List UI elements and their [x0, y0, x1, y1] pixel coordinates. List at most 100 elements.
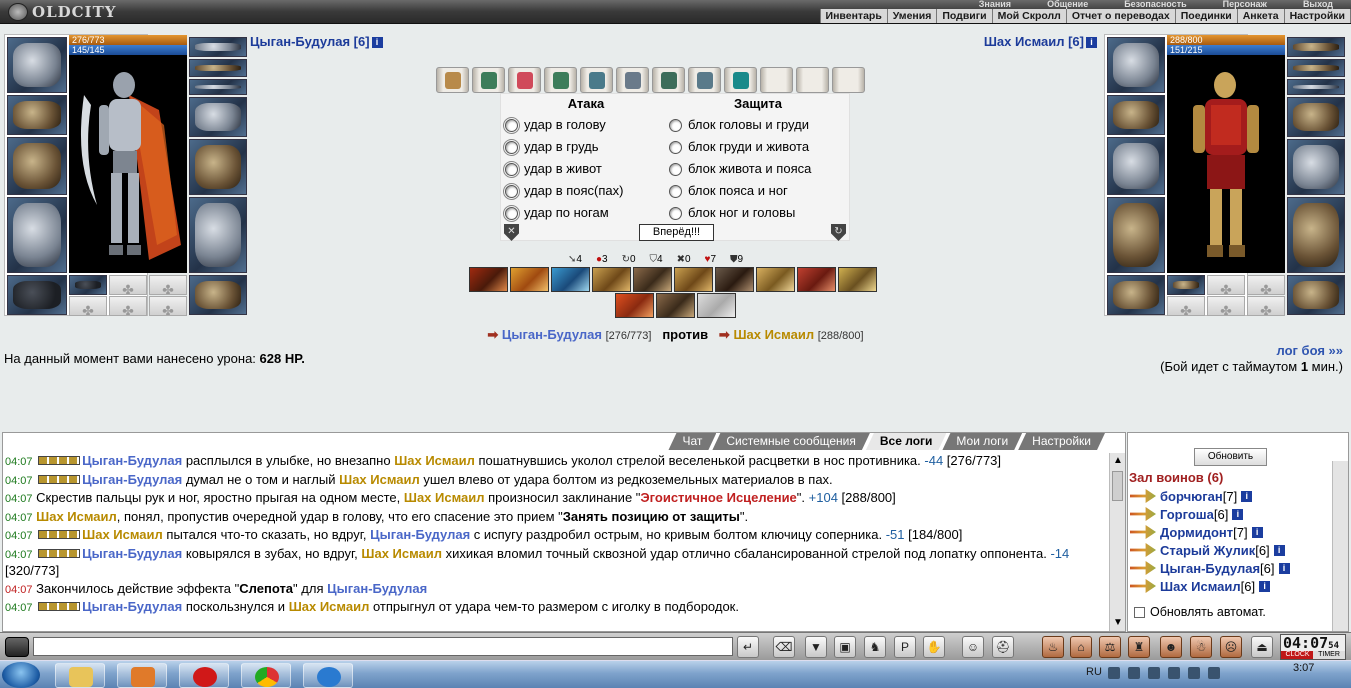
save-icon[interactable]: ▣ [834, 636, 856, 658]
skill-button[interactable] [797, 267, 836, 292]
menu-character[interactable]: Персонаж [1205, 0, 1285, 9]
fighter-name[interactable]: Цыган-Будулая [82, 453, 182, 468]
gloves-slot[interactable] [1287, 97, 1345, 137]
menu-knowledge[interactable]: Знания [961, 0, 1029, 9]
fighter-name[interactable]: Шах Исмаил [404, 490, 485, 505]
smile-icon[interactable]: ☺ [962, 636, 984, 658]
rune-slot-3[interactable] [149, 275, 187, 295]
scroll-slot[interactable] [544, 67, 577, 93]
mask-icon[interactable]: ☹ [1220, 636, 1242, 658]
ring-slot-1[interactable] [1287, 59, 1345, 77]
task-ie[interactable] [303, 663, 353, 688]
task-explorer[interactable] [55, 663, 105, 688]
info-icon[interactable]: i [1259, 580, 1271, 592]
task-chrome[interactable] [241, 663, 291, 688]
fight-arrow-icon[interactable] [1130, 543, 1156, 557]
network-icon[interactable] [1148, 667, 1160, 679]
fight-arrow-icon[interactable] [1130, 507, 1156, 521]
boots-slot[interactable] [1287, 275, 1345, 315]
ring-slot-2[interactable] [189, 79, 247, 95]
portrait-icon[interactable]: ☻ [1160, 636, 1182, 658]
shield-icon[interactable]: ✕ [504, 224, 519, 241]
tab-settings[interactable]: Настройки [1018, 433, 1105, 450]
player-left-name[interactable]: Цыган-Будулая [6] i [250, 34, 383, 49]
send-icon[interactable]: ↵ [737, 636, 759, 658]
submenu-feats[interactable]: Подвиги [937, 9, 993, 23]
submenu-inventory[interactable]: Инвентарь [821, 9, 888, 23]
skill-button[interactable] [510, 267, 549, 292]
weapon-slot[interactable] [1107, 137, 1165, 195]
skill-button[interactable] [592, 267, 631, 292]
checkbox-icon[interactable] [1134, 606, 1145, 618]
gloves-slot[interactable] [189, 97, 247, 137]
player-avatar[interactable] [69, 55, 187, 273]
player-list-item[interactable]: Горгоша[6] i [1130, 505, 1244, 523]
menu-communication[interactable]: Общение [1029, 0, 1106, 9]
player-name[interactable]: Старый Жулик [1160, 543, 1255, 558]
info-icon[interactable]: i [1241, 490, 1253, 502]
skill-button[interactable] [697, 293, 736, 318]
helmet-slot[interactable] [1107, 37, 1165, 93]
opponent-avatar[interactable] [1167, 55, 1285, 273]
scroll-slot[interactable] [688, 67, 721, 93]
attack-head[interactable]: удар в голову [501, 114, 671, 136]
fight-arrow-icon[interactable] [1130, 561, 1156, 575]
fighter-name[interactable]: Цыган-Будулая [370, 527, 470, 542]
bag-icon[interactable]: ⌂ [1070, 636, 1092, 658]
fight-arrow-icon[interactable] [1130, 489, 1156, 503]
belt-slot[interactable] [7, 275, 67, 315]
rune-slot-2[interactable] [109, 275, 147, 295]
skill-button[interactable] [469, 267, 508, 292]
block-head-chest[interactable]: блок головы и груди [665, 114, 851, 136]
skill-button[interactable] [756, 267, 795, 292]
player-list-item[interactable]: Старый Жулик[6] i [1130, 541, 1285, 559]
task-media[interactable] [117, 663, 167, 688]
scroll-slot-empty[interactable] [760, 67, 793, 93]
attack-legs[interactable]: удар по ногам [501, 202, 671, 224]
offhand-slot[interactable] [1287, 139, 1345, 195]
fighter-name[interactable]: Шах Исмаил [36, 509, 117, 524]
amulet-slot[interactable] [1287, 37, 1345, 57]
clock-label[interactable]: CLOCK [1281, 651, 1314, 659]
battle-log-link[interactable]: лог боя »» [1276, 343, 1343, 358]
fight-arrow-icon[interactable] [1130, 525, 1156, 539]
player-name[interactable]: борчюган [1160, 489, 1223, 504]
volume-icon[interactable] [1208, 667, 1220, 679]
player-list-item[interactable]: Цыган-Будулая[6] i [1130, 559, 1290, 577]
ring-slot-1[interactable] [189, 59, 247, 77]
right-fighter-name[interactable]: Шах Исмаил [733, 327, 814, 342]
skill-button[interactable] [715, 267, 754, 292]
shield-icon[interactable]: ↻ [831, 224, 846, 241]
rune-slot-3[interactable] [1247, 275, 1285, 295]
scroll-slot[interactable] [508, 67, 541, 93]
fighter-name[interactable]: Цыган-Будулая [82, 599, 182, 614]
info-icon[interactable]: i [1278, 562, 1290, 574]
scroll-down-icon[interactable]: ▼ [1110, 615, 1126, 631]
auto-update-checkbox[interactable]: Обновлять автомат. [1134, 605, 1266, 619]
player-name[interactable]: Горгоша [1160, 507, 1214, 522]
submenu-duels[interactable]: Поединки [1176, 9, 1238, 23]
menu-bullet-icon[interactable] [5, 637, 29, 657]
armor-slot[interactable] [1107, 197, 1165, 273]
player-name[interactable]: Цыган-Будулая [1160, 561, 1260, 576]
rune-slot-1[interactable] [69, 275, 107, 295]
rune-slot-4[interactable] [69, 296, 107, 316]
scroll-slot-empty[interactable] [796, 67, 829, 93]
forward-button[interactable]: Вперёд!!! [639, 224, 714, 241]
filter-icon[interactable]: ▼ [805, 636, 827, 658]
fighter-name[interactable]: Шах Исмаил [394, 453, 475, 468]
submenu-skills[interactable]: Умения [888, 9, 938, 23]
tab-system[interactable]: Системные сообщения [712, 433, 870, 450]
scroll-slot[interactable] [472, 67, 505, 93]
scroll-slot-empty[interactable] [832, 67, 865, 93]
skill-button[interactable] [551, 267, 590, 292]
fighter-name[interactable]: Цыган-Будулая [82, 546, 182, 561]
rune-slot-6[interactable] [1247, 296, 1285, 316]
leggings-slot[interactable] [189, 197, 247, 273]
bracers-slot[interactable] [7, 95, 67, 135]
submenu-profile[interactable]: Анкета [1238, 9, 1285, 23]
ring-slot-2[interactable] [1287, 79, 1345, 95]
language-indicator[interactable]: RU [1086, 666, 1102, 678]
belt-slot[interactable] [1107, 275, 1165, 315]
fighter-name[interactable]: Шах Исмаил [361, 546, 442, 561]
